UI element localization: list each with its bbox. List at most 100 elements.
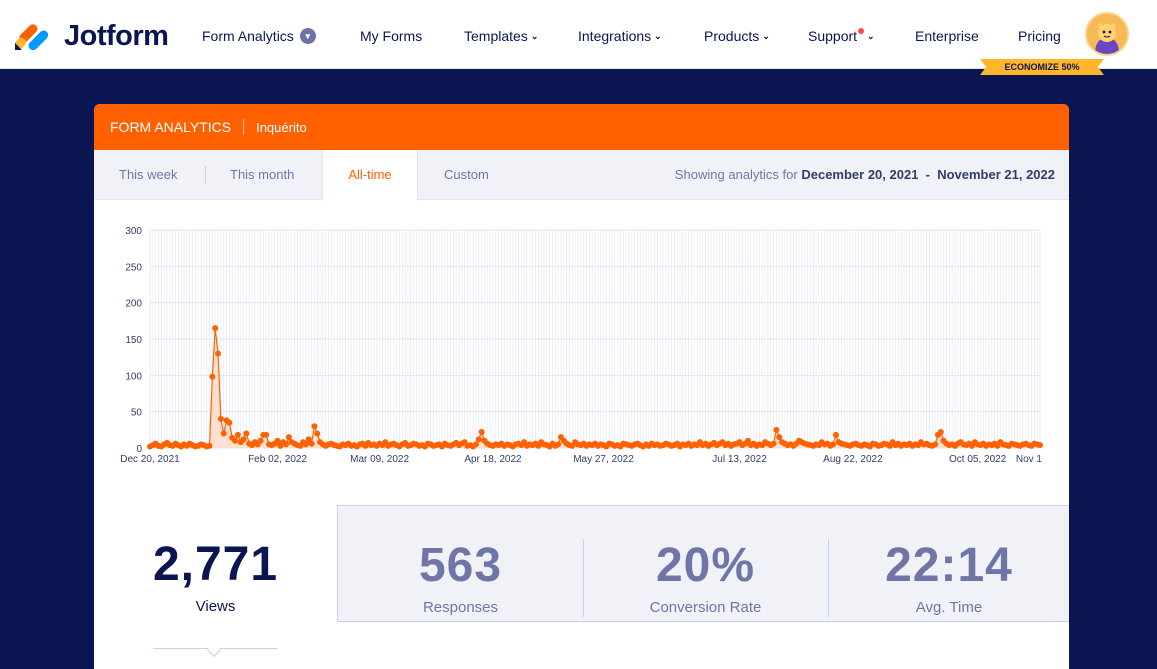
data-point [283, 441, 290, 448]
user-avatar[interactable] [1085, 12, 1129, 56]
promo-ribbon[interactable]: ECONOMIZE 50% [980, 59, 1104, 75]
date-range-value: December 20, 2021 - November 21, 2022 [801, 167, 1055, 182]
stat-conversion-value: 20% [655, 539, 756, 592]
nav-support[interactable]: Support ⌄ [808, 28, 875, 44]
nav-templates[interactable]: Templates ⌄ [464, 28, 538, 44]
date-range-tabs: This week This month All-time Custom Sho… [94, 150, 1069, 201]
y-tick-label: 150 [125, 335, 142, 346]
y-tick-label: 250 [125, 262, 142, 273]
x-tick-label: Oct 05, 2022 [949, 454, 1007, 465]
data-point [555, 441, 562, 448]
data-point [832, 431, 839, 438]
data-point [285, 434, 292, 441]
stat-avg-time-value: 22:14 [885, 539, 1013, 592]
nav-templates-label: Templates [464, 28, 528, 44]
y-tick-label: 100 [125, 371, 142, 382]
panel-title: FORM ANALYTICS [110, 119, 232, 135]
tab-custom[interactable]: Custom [444, 150, 489, 200]
data-point [263, 431, 270, 438]
nav-form-analytics[interactable]: Form Analytics ▾ [202, 28, 316, 44]
data-point [478, 429, 485, 436]
data-point [206, 442, 213, 449]
tab-this-week[interactable]: This week [119, 150, 178, 200]
date-range-summary: Showing analytics for December 20, 2021 … [675, 150, 1055, 200]
x-tick-label: Mar 09, 2022 [350, 454, 409, 465]
showing-prefix: Showing analytics for [674, 167, 798, 182]
nav-integrations[interactable]: Integrations ⌄ [578, 28, 662, 44]
tab-divider [205, 166, 206, 184]
stat-responses-label: Responses [422, 599, 499, 616]
stat-responses-value: 563 [418, 539, 503, 592]
data-point [234, 431, 241, 438]
chevron-down-icon: ▾ [299, 28, 316, 44]
data-point [830, 441, 837, 448]
stat-conversion-rate[interactable]: 20% Conversion Rate [583, 538, 828, 616]
form-analytics-panel: FORM ANALYTICS Inquérito This week This … [94, 104, 1069, 669]
chevron-down-icon: ⌄ [530, 30, 539, 41]
views-stat-card[interactable]: 2,771 Views [94, 505, 337, 669]
y-tick-label: 200 [125, 299, 142, 310]
data-point [215, 350, 222, 357]
stat-views-label: Views [195, 598, 236, 615]
x-tick-label: Apr 18, 2022 [464, 454, 522, 465]
y-tick-label: 300 [125, 226, 142, 237]
nav-products-label: Products [704, 28, 760, 44]
jotform-logo-icon [14, 23, 49, 50]
nav-products[interactable]: Products ⌄ [704, 28, 770, 44]
data-point [1037, 442, 1043, 449]
data-point [226, 419, 233, 426]
data-point [212, 325, 219, 332]
stat-views: 2,771 Views [94, 537, 337, 615]
nav-my-forms[interactable]: My Forms [360, 28, 422, 44]
data-point [232, 437, 239, 444]
data-point [257, 437, 264, 444]
panel-header: FORM ANALYTICS Inquérito [94, 104, 1069, 150]
data-point [220, 430, 227, 437]
nav-pricing[interactable]: Pricing [1018, 28, 1061, 44]
data-point [932, 441, 939, 448]
data-point [773, 426, 780, 433]
nav-support-label: Support [808, 28, 858, 44]
selected-caret [206, 642, 222, 658]
header-divider [243, 119, 245, 135]
tab-this-month[interactable]: This month [230, 150, 294, 200]
x-tick-label: May 27, 2022 [573, 454, 634, 465]
stat-avg-time[interactable]: 22:14 Avg. Time [828, 538, 1069, 616]
data-point [314, 430, 321, 437]
avatar-icon [1087, 14, 1127, 54]
data-point [217, 415, 224, 422]
data-point [308, 440, 315, 447]
data-point [776, 434, 783, 441]
stat-conversion-label: Conversion Rate [649, 599, 762, 616]
notification-dot [858, 28, 865, 34]
views-line-chart: 050100150200250300Dec 20, 2021 Feb 02, 20… [120, 226, 1043, 465]
stat-responses[interactable]: 563 Responses [338, 538, 583, 616]
nav-enterprise[interactable]: Enterprise [915, 28, 979, 44]
chevron-down-icon: ⌄ [867, 30, 875, 41]
jotform-logo[interactable]: Jotform [14, 20, 169, 53]
x-tick-label: Feb 02, 2022 [248, 454, 307, 465]
data-point [274, 437, 281, 444]
secondary-stats: 563 Responses 20% Conversion Rate 22:14 … [337, 505, 1069, 622]
nav-my-forms-label: My Forms [360, 28, 423, 44]
data-point [472, 441, 479, 448]
x-tick-label: Nov 1 [1016, 454, 1043, 465]
data-point [311, 423, 318, 430]
form-name: Inquérito [256, 119, 307, 135]
y-tick-label: 50 [131, 408, 143, 419]
data-point [770, 440, 777, 447]
data-point [302, 441, 309, 448]
nav-integrations-label: Integrations [578, 28, 652, 44]
brand-name: Jotform [64, 20, 169, 52]
data-point [937, 429, 944, 436]
stat-views-value: 2,771 [152, 538, 279, 591]
data-point [475, 436, 482, 443]
tab-all-time[interactable]: All-time [322, 150, 418, 201]
data-point [243, 430, 250, 437]
data-point [209, 373, 216, 380]
x-tick-label: Dec 20, 2021 [120, 454, 180, 465]
nav-enterprise-label: Enterprise [915, 28, 979, 44]
nav-form-analytics-label: Form Analytics [202, 28, 294, 44]
chevron-down-icon: ⌄ [762, 30, 770, 41]
nav-pricing-label: Pricing [1018, 28, 1061, 44]
